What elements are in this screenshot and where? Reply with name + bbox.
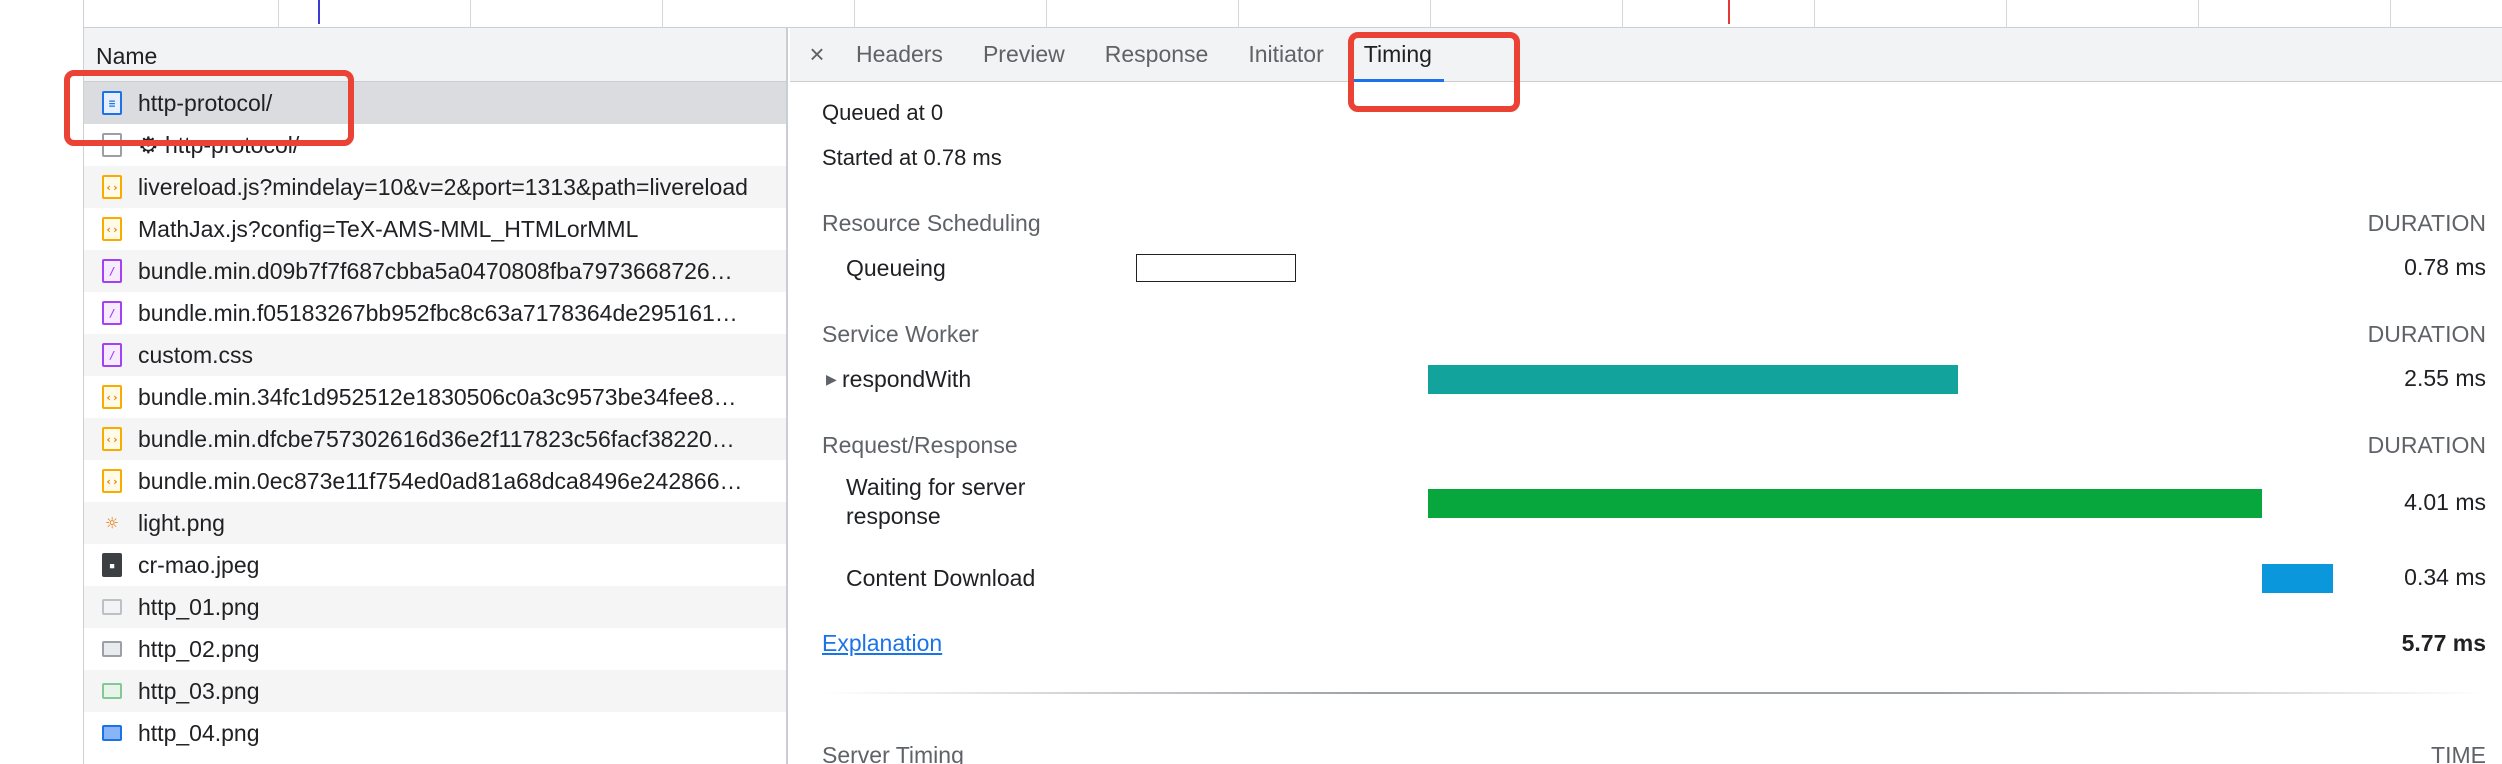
request-name: bundle.min.f05183267bb952fbc8c63a7178364… [138, 299, 738, 326]
overview-grid-line [1238, 0, 1239, 28]
timing-bar-respondwith [1428, 365, 1959, 394]
overview-grid-line [662, 0, 663, 28]
close-icon[interactable]: × [798, 39, 836, 70]
explanation-link[interactable]: Explanation [822, 630, 942, 657]
duration-header: DURATION [2367, 321, 2486, 347]
sun-image-icon: ☼ [105, 511, 119, 535]
overview-grid-line [2198, 0, 2199, 28]
request-row[interactable]: / custom.css [84, 334, 786, 376]
section-divider [822, 692, 2486, 694]
timing-label-content-download: Content Download [846, 565, 1036, 591]
dom-content-loaded-marker [318, 0, 320, 24]
timing-label-queueing: Queueing [846, 255, 946, 281]
request-name: custom.css [138, 341, 254, 368]
image-icon [102, 725, 122, 741]
request-name: cr-mao.jpeg [138, 551, 260, 578]
request-row[interactable]: ‹› MathJax.js?config=TeX-AMS-MML_HTMLorM… [84, 208, 786, 250]
stylesheet-icon: / [102, 343, 122, 367]
image-icon [102, 599, 122, 615]
request-name: bundle.min.dfcbe757302616d36e2f117823c56… [138, 425, 735, 452]
timing-value-queueing: 0.78 ms [2404, 254, 2486, 280]
request-name: light.png [138, 509, 225, 536]
request-row[interactable]: ☼ light.png [84, 502, 786, 544]
network-overview-timeline[interactable] [84, 0, 2502, 28]
request-row[interactable]: ‹› livereload.js?mindelay=10&v=2&port=13… [84, 166, 786, 208]
request-name: MathJax.js?config=TeX-AMS-MML_HTMLorMML [138, 215, 639, 242]
request-row[interactable]: http_01.png [84, 586, 786, 628]
highlight-box-timing-tab [1348, 32, 1520, 112]
tab-initiator[interactable]: Initiator [1228, 28, 1343, 82]
request-row[interactable]: http_03.png [84, 670, 786, 712]
request-name: bundle.min.d09b7f7f687cbba5a0470808fba79… [138, 257, 733, 284]
section-title-request-response: Request/Response [822, 432, 1018, 458]
detail-tab-bar: × Headers Preview Response Initiator Tim… [790, 28, 2502, 82]
tab-preview[interactable]: Preview [963, 28, 1085, 82]
image-icon [102, 683, 122, 699]
stylesheet-icon: / [102, 301, 122, 325]
request-name: http_01.png [138, 593, 260, 620]
duration-header: DURATION [2367, 432, 2486, 458]
request-name: bundle.min.34fc1d952512e1830506c0a3c9573… [138, 383, 737, 410]
tab-response[interactable]: Response [1085, 28, 1229, 82]
request-name: bundle.min.0ec873e11f754ed0ad81a68dca849… [138, 467, 743, 494]
request-row[interactable]: ‹› bundle.min.dfcbe757302616d36e2f117823… [84, 418, 786, 460]
script-icon: ‹› [102, 427, 122, 451]
duration-header: DURATION [2367, 210, 2486, 236]
highlight-box-selected-request [64, 70, 354, 146]
script-icon: ‹› [102, 217, 122, 241]
image-icon: ▪ [102, 553, 122, 577]
expand-arrow-icon[interactable]: ▶ [826, 371, 837, 388]
section-title-server-timing: Server Timing [822, 742, 964, 764]
overview-grid-line [278, 0, 279, 28]
timing-label-respondwith: respondWith [842, 366, 972, 392]
overview-grid-line [2390, 0, 2391, 28]
request-row[interactable]: / bundle.min.f05183267bb952fbc8c63a71783… [84, 292, 786, 334]
request-row[interactable]: ▪ cr-mao.jpeg [84, 544, 786, 586]
request-row[interactable]: ‹› bundle.min.34fc1d952512e1830506c0a3c9… [84, 376, 786, 418]
image-icon [102, 641, 122, 657]
overview-grid-line [1046, 0, 1047, 28]
tab-headers[interactable]: Headers [836, 28, 963, 82]
overview-grid-line [1814, 0, 1815, 28]
script-icon: ‹› [102, 175, 122, 199]
timing-value-respondwith: 2.55 ms [2404, 365, 2486, 391]
request-row[interactable]: http_02.png [84, 628, 786, 670]
overview-grid-line [1430, 0, 1431, 28]
total-duration: 5.77 ms [2401, 630, 2486, 656]
overview-grid-line [470, 0, 471, 28]
request-name: http_02.png [138, 635, 260, 662]
timing-bar-content-download [2262, 564, 2333, 593]
timing-value-waiting: 4.01 ms [2404, 489, 2486, 515]
overview-grid-line [854, 0, 855, 28]
stylesheet-icon: / [102, 259, 122, 283]
section-title-service-worker: Service Worker [822, 321, 979, 347]
request-row[interactable]: ‹› bundle.min.0ec873e11f754ed0ad81a68dca… [84, 460, 786, 502]
time-header: TIME [2431, 742, 2486, 764]
request-row[interactable]: / bundle.min.d09b7f7f687cbba5a0470808fba… [84, 250, 786, 292]
request-name: livereload.js?mindelay=10&v=2&port=1313&… [138, 173, 748, 200]
load-event-marker [1728, 0, 1730, 24]
overview-grid-line [1622, 0, 1623, 28]
request-name: http_03.png [138, 677, 260, 704]
timing-bar-waiting [1428, 489, 2263, 518]
timing-label-waiting: Waiting for server response [846, 474, 1026, 529]
timing-bar-queueing [1136, 254, 1296, 282]
queued-at-text: Queued at 0 [822, 100, 944, 125]
script-icon: ‹› [102, 385, 122, 409]
request-name: http_04.png [138, 719, 260, 746]
timing-value-content-download: 0.34 ms [2404, 564, 2486, 590]
request-row[interactable]: http_04.png [84, 712, 786, 754]
overview-grid-line [2006, 0, 2007, 28]
section-title-resource-scheduling: Resource Scheduling [822, 210, 1041, 236]
script-icon: ‹› [102, 469, 122, 493]
request-detail-panel: × Headers Preview Response Initiator Tim… [790, 28, 2502, 764]
started-at-text: Started at 0.78 ms [822, 145, 1002, 170]
